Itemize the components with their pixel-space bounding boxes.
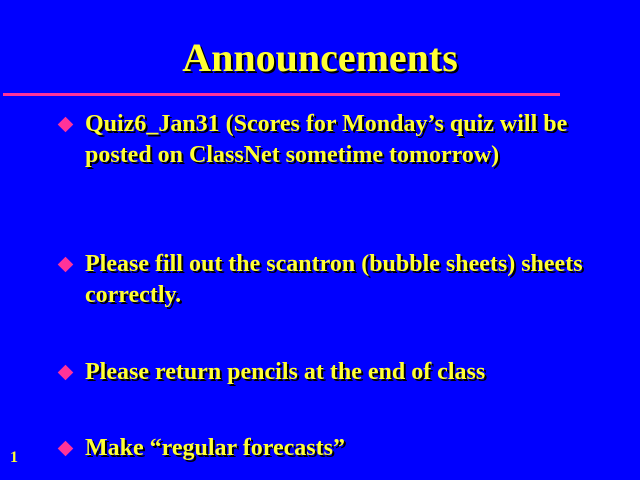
title-underline-divider — [3, 93, 560, 96]
slide-number: 1 — [10, 449, 18, 466]
diamond-bullet-icon — [57, 256, 74, 273]
bullet-text: Please fill out the scantron (bubble she… — [85, 251, 583, 308]
diamond-bullet-icon — [57, 116, 74, 133]
slide-title: Announcements — [182, 35, 458, 80]
bullet-text: Please return pencils at the end of clas… — [85, 359, 486, 385]
slide: Announcements Quiz6_Jan31 (Scores for Mo… — [0, 0, 640, 480]
bullet-text: Make “regular forecasts” — [85, 435, 345, 461]
bullet-text: Quiz6_Jan31 (Scores for Monday’s quiz wi… — [85, 111, 568, 168]
diamond-bullet-icon — [57, 440, 74, 457]
diamond-bullet-icon — [57, 364, 74, 381]
